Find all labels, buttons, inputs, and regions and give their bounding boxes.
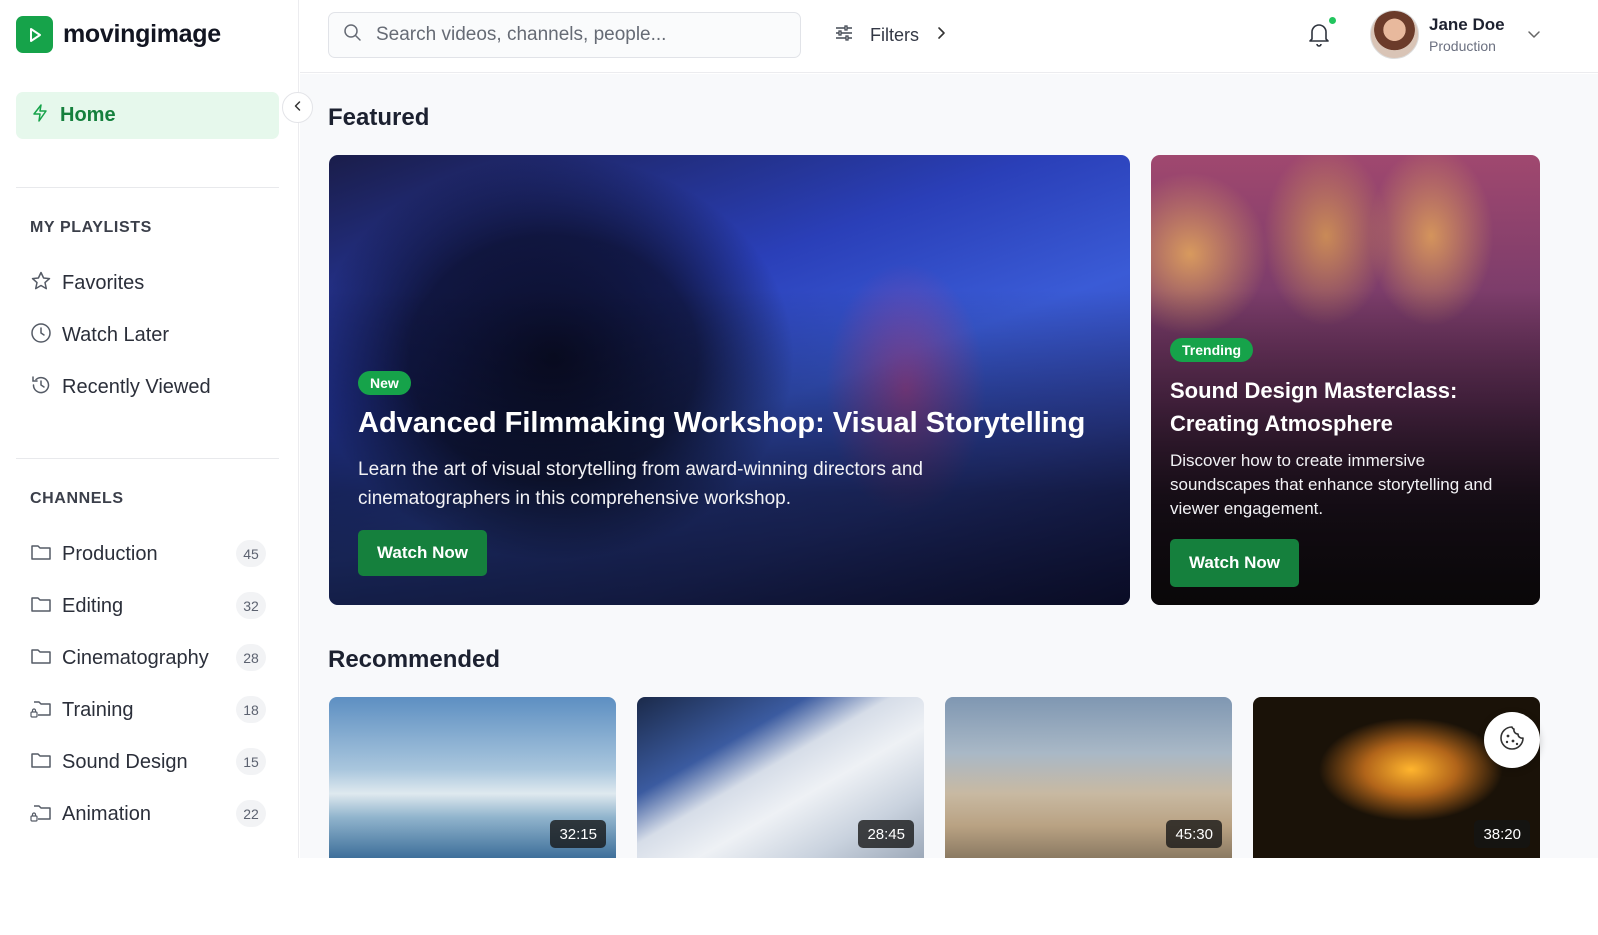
sidebar-item-favorites[interactable]: Favorites xyxy=(30,267,270,299)
user-name: Jane Doe xyxy=(1429,15,1505,34)
sidebar-item-label: Cinematography xyxy=(62,646,209,669)
featured-description: Discover how to create immersive soundsc… xyxy=(1170,451,1493,518)
sidebar-item-label: Recently Viewed xyxy=(62,375,211,398)
user-menu[interactable]: Jane Doe Production xyxy=(1370,10,1541,59)
sidebar-item-animation[interactable]: Animation 22 xyxy=(30,798,270,830)
sidebar-item-label: Animation xyxy=(62,802,151,825)
duration-badge: 45:30 xyxy=(1166,820,1222,848)
duration-badge: 28:45 xyxy=(858,820,914,848)
search-icon xyxy=(343,23,362,47)
cookie-icon xyxy=(1498,724,1526,757)
chevron-down-icon xyxy=(1527,26,1541,44)
folder-lock-icon xyxy=(30,801,52,828)
count-badge: 15 xyxy=(236,748,266,775)
video-thumbnail[interactable]: 32:15 xyxy=(329,697,616,858)
count-badge: 18 xyxy=(236,696,266,723)
main-content: Featured New Advanced Filmmaking Worksho… xyxy=(300,74,1598,858)
bell-icon xyxy=(1307,24,1331,52)
notifications-button[interactable] xyxy=(1307,16,1337,52)
featured-title: Sound Design Masterclass: Creating Atmos… xyxy=(1170,378,1458,436)
sidebar-item-sound-design[interactable]: Sound Design 15 xyxy=(30,746,270,778)
sidebar-item-label: Editing xyxy=(62,594,124,617)
clock-icon xyxy=(30,322,52,349)
folder-icon xyxy=(30,645,52,672)
user-role: Production xyxy=(1429,38,1496,54)
divider xyxy=(16,458,279,459)
cookie-settings-button[interactable] xyxy=(1484,712,1540,768)
search-input[interactable] xyxy=(376,24,776,46)
channels-title: CHANNELS xyxy=(30,490,124,507)
sidebar-item-label: Home xyxy=(60,104,116,126)
duration-badge: 38:20 xyxy=(1474,820,1530,848)
filters-button[interactable]: Filters xyxy=(834,20,947,50)
avatar xyxy=(1370,10,1419,59)
video-thumbnail[interactable]: 45:30 xyxy=(945,697,1232,858)
featured-card-secondary[interactable]: Trending Sound Design Masterclass: Creat… xyxy=(1151,155,1540,605)
count-badge: 28 xyxy=(236,644,266,671)
search-box[interactable] xyxy=(328,12,801,58)
lightning-icon xyxy=(30,103,50,128)
sidebar-item-label: Favorites xyxy=(62,271,145,294)
featured-heading: Featured xyxy=(328,104,430,131)
new-badge: New xyxy=(358,371,411,395)
filters-label: Filters xyxy=(870,24,919,45)
featured-title: Advanced Filmmaking Workshop: Visual Sto… xyxy=(358,407,1086,439)
folder-icon xyxy=(30,749,52,776)
app-name: movingimage xyxy=(63,20,221,48)
featured-card-main[interactable]: New Advanced Filmmaking Workshop: Visual… xyxy=(329,155,1130,605)
sidebar-item-label: Production xyxy=(62,542,158,565)
folder-lock-icon xyxy=(30,697,52,724)
user-info: Jane Doe Production xyxy=(1429,15,1505,54)
sidebar-item-cinematography[interactable]: Cinematography 28 xyxy=(30,642,270,674)
folder-icon xyxy=(30,593,52,620)
sidebar-item-editing[interactable]: Editing 32 xyxy=(30,590,270,622)
logo[interactable]: movingimage xyxy=(16,16,221,53)
chevron-right-icon xyxy=(935,26,947,45)
duration-badge: 32:15 xyxy=(550,820,606,848)
count-badge: 22 xyxy=(236,800,266,827)
watch-now-button[interactable]: Watch Now xyxy=(1170,539,1299,587)
sidebar-item-label: Watch Later xyxy=(62,323,170,346)
sidebar-item-training[interactable]: Training 18 xyxy=(30,694,270,726)
sidebar-item-home[interactable]: Home xyxy=(16,92,279,139)
divider xyxy=(16,187,279,188)
sidebar-item-label: Sound Design xyxy=(62,750,188,773)
video-thumbnail[interactable]: 28:45 xyxy=(637,697,924,858)
play-logo-icon xyxy=(16,16,53,53)
count-badge: 32 xyxy=(236,592,266,619)
sidebar-item-label: Training xyxy=(62,698,134,721)
sliders-icon xyxy=(834,23,854,48)
collapse-sidebar-button[interactable] xyxy=(282,92,313,123)
history-icon xyxy=(30,374,52,401)
chevron-left-icon xyxy=(292,99,304,117)
sidebar: movingimage Home MY PLAYLISTS Favorites … xyxy=(0,0,299,858)
sidebar-item-production[interactable]: Production 45 xyxy=(30,538,270,570)
count-badge: 45 xyxy=(236,540,266,567)
app-root: movingimage Home MY PLAYLISTS Favorites … xyxy=(0,0,1598,935)
featured-description: Learn the art of visual storytelling fro… xyxy=(358,459,923,509)
sidebar-item-watch-later[interactable]: Watch Later xyxy=(30,319,270,351)
star-icon xyxy=(30,270,52,297)
recommended-heading: Recommended xyxy=(328,646,501,673)
folder-icon xyxy=(30,541,52,568)
watch-now-button[interactable]: Watch Now xyxy=(358,530,487,576)
top-bar: Filters Jane Doe Production xyxy=(300,0,1598,73)
sidebar-item-recently-viewed[interactable]: Recently Viewed xyxy=(30,371,270,403)
trending-badge: Trending xyxy=(1170,338,1254,362)
notification-dot xyxy=(1328,16,1337,25)
playlists-title: MY PLAYLISTS xyxy=(30,219,152,236)
